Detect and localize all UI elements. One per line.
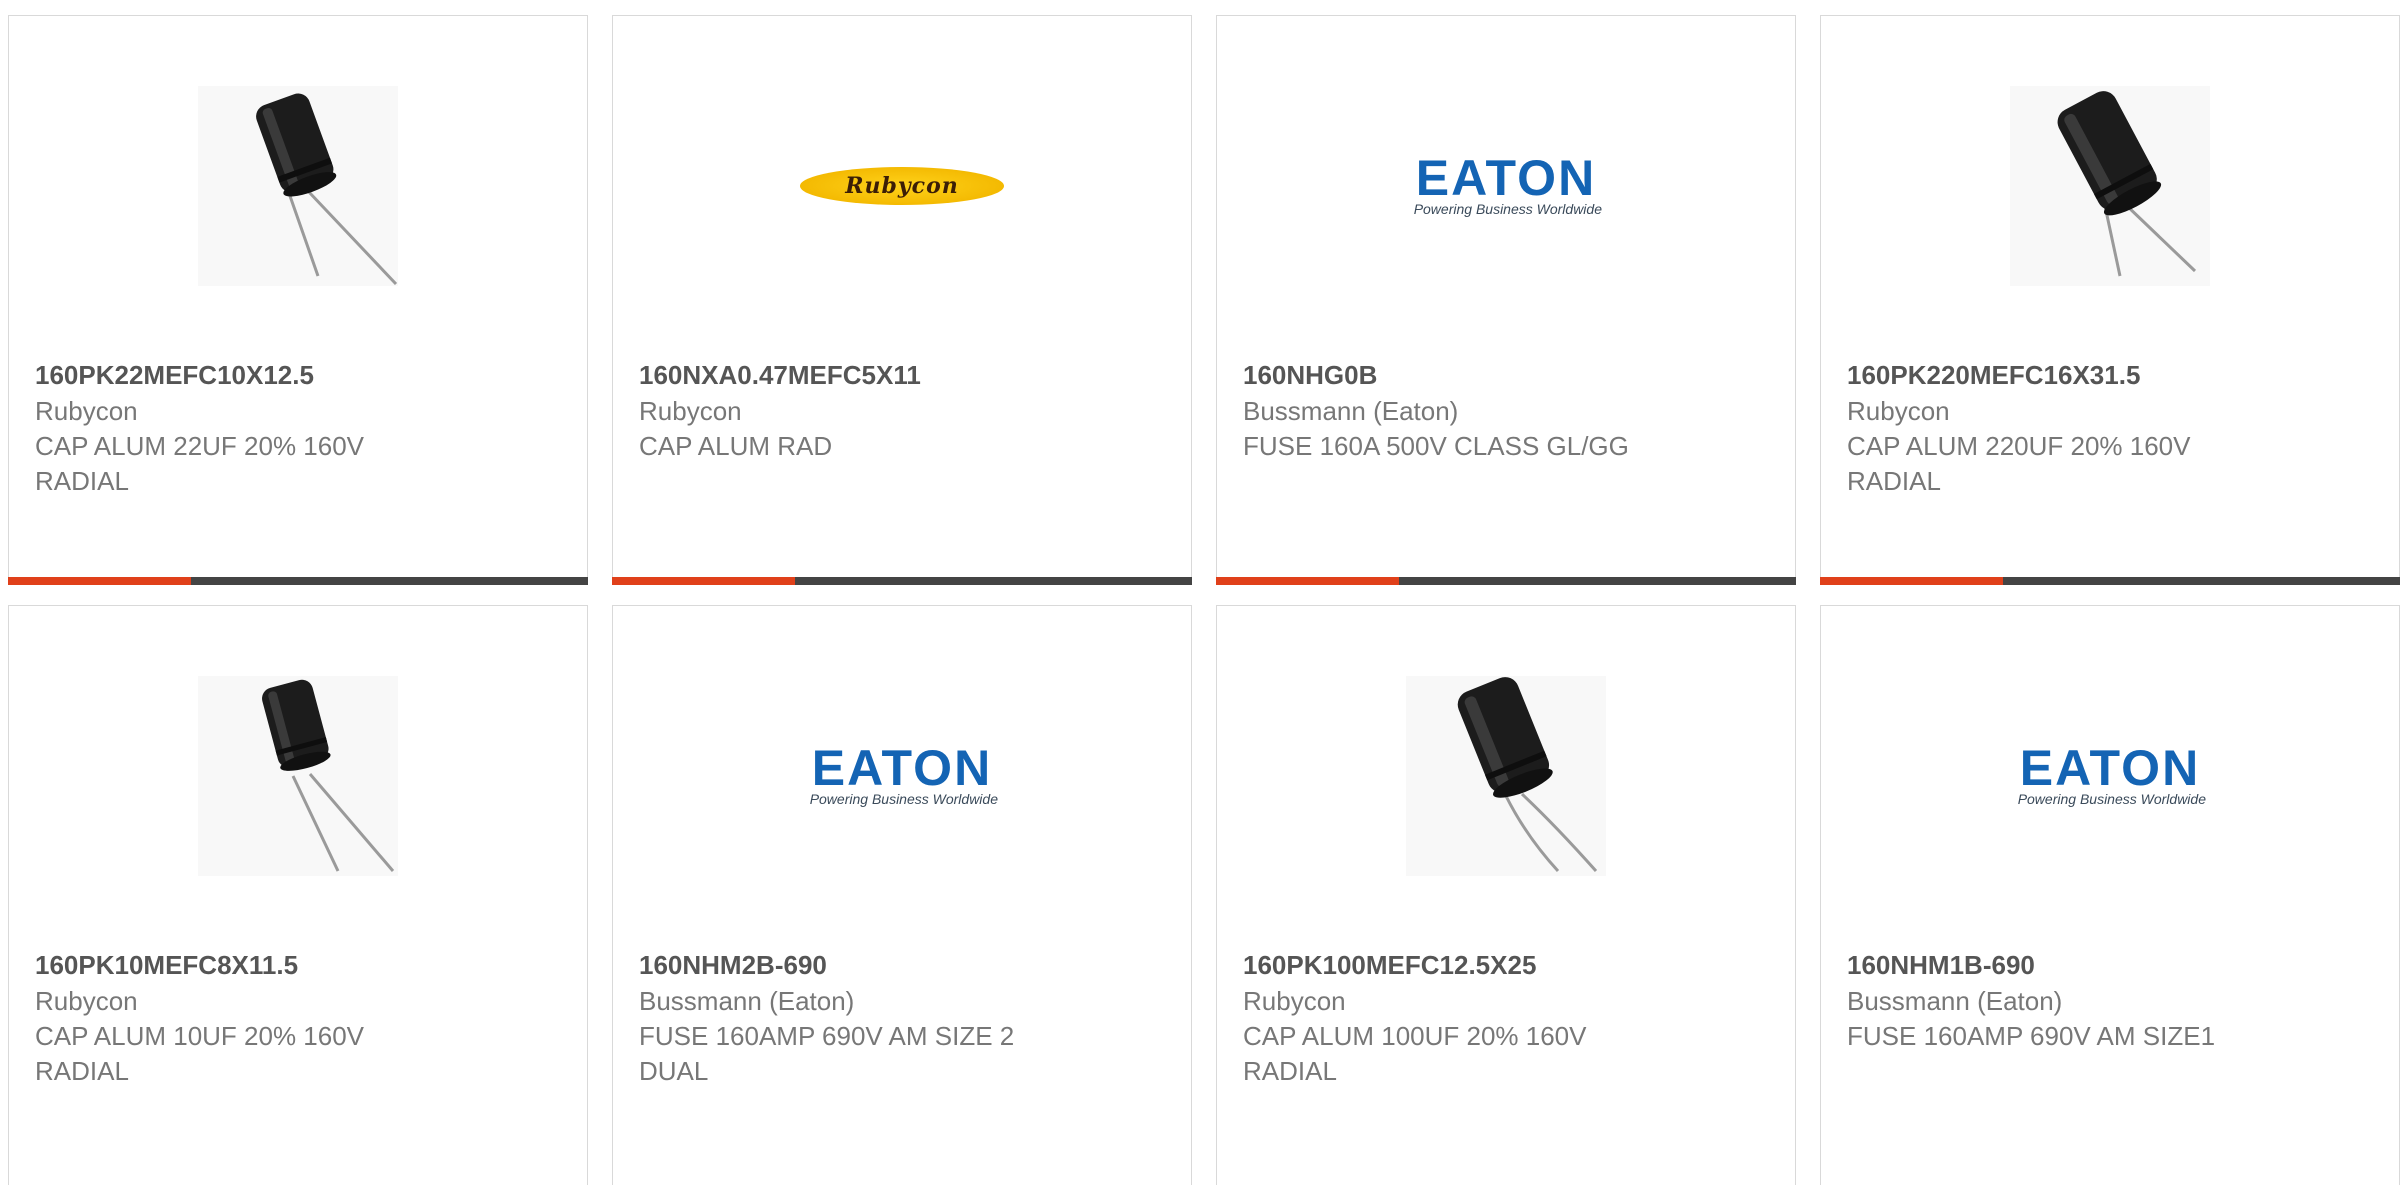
card-bottom-bar (1820, 577, 2400, 585)
card-accent-bar (1820, 577, 2003, 585)
description-line: DUAL (639, 1056, 709, 1086)
product-grid: 160PK22MEFC10X12.5 Rubycon CAP ALUM 22UF… (0, 0, 2400, 1185)
eaton-logo: EATON Powering Business Worldwide (1404, 151, 1608, 221)
description-line: FUSE 160AMP 690V AM SIZE 2 (639, 1021, 1015, 1051)
description-line: CAP ALUM 10UF 20% 160V (35, 1021, 365, 1051)
description-line: RADIAL (35, 1056, 129, 1086)
part-number-link[interactable]: 160NHM1B-690 (1847, 947, 2379, 983)
manufacturer-name: Rubycon (1243, 986, 1346, 1016)
part-number-link[interactable]: 160PK100MEFC12.5X25 (1243, 947, 1775, 983)
product-card[interactable]: 160PK10MEFC8X11.5 Rubycon CAP ALUM 10UF … (8, 605, 588, 1185)
product-image-area: Rubycon (613, 86, 1191, 286)
logo-tagline: Powering Business Worldwide (809, 791, 998, 807)
part-number-link[interactable]: 160PK22MEFC10X12.5 (35, 357, 567, 393)
rubycon-logo: Rubycon (800, 167, 1004, 205)
product-image-area (1217, 676, 1795, 876)
manufacturer-name: Rubycon (639, 396, 742, 426)
capacitor-photo (2010, 86, 2210, 286)
product-image-area: EATON Powering Business Worldwide (613, 676, 1191, 876)
capacitor-photo (198, 86, 398, 286)
part-number-link[interactable]: 160NHM2B-690 (639, 947, 1171, 983)
description-line: RADIAL (35, 466, 129, 496)
logo-text: EATON (811, 740, 993, 796)
product-image-area (9, 86, 587, 286)
product-card[interactable]: EATON Powering Business Worldwide 160NHM… (612, 605, 1192, 1185)
description-line: FUSE 160AMP 690V AM SIZE1 (1847, 1021, 2216, 1051)
description-line: CAP ALUM RAD (639, 431, 833, 461)
manufacturer-name: Rubycon (35, 986, 138, 1016)
manufacturer-name: Bussmann (Eaton) (639, 986, 855, 1016)
product-info: 160PK10MEFC8X11.5 Rubycon CAP ALUM 10UF … (35, 947, 567, 1089)
card-bottom-bar (612, 577, 1192, 585)
product-card[interactable]: 160PK220MEFC16X31.5 Rubycon CAP ALUM 220… (1820, 15, 2400, 585)
product-image-area (1821, 86, 2399, 286)
part-number-link[interactable]: 160NXA0.47MEFC5X11 (639, 357, 1171, 393)
product-image-area: EATON Powering Business Worldwide (1821, 676, 2399, 876)
product-info: 160PK100MEFC12.5X25 Rubycon CAP ALUM 100… (1243, 947, 1775, 1089)
manufacturer-name: Rubycon (35, 396, 138, 426)
logo-tagline: Powering Business Worldwide (2017, 791, 2206, 807)
description-line: RADIAL (1243, 1056, 1337, 1086)
product-card[interactable]: 160PK22MEFC10X12.5 Rubycon CAP ALUM 22UF… (8, 15, 588, 585)
product-info: 160NHM1B-690 Bussmann (Eaton) FUSE 160AM… (1847, 947, 2379, 1054)
product-card[interactable]: 160PK100MEFC12.5X25 Rubycon CAP ALUM 100… (1216, 605, 1796, 1185)
card-bottom-bar (1216, 577, 1796, 585)
product-card[interactable]: Rubycon 160NXA0.47MEFC5X11 Rubycon CAP A… (612, 15, 1192, 585)
description-line: CAP ALUM 220UF 20% 160V (1847, 431, 2191, 461)
product-info: 160NHM2B-690 Bussmann (Eaton) FUSE 160AM… (639, 947, 1171, 1089)
description-line: RADIAL (1847, 466, 1941, 496)
manufacturer-name: Bussmann (Eaton) (1847, 986, 2063, 1016)
manufacturer-name: Rubycon (1847, 396, 1950, 426)
product-info: 160NHG0B Bussmann (Eaton) FUSE 160A 500V… (1243, 357, 1775, 464)
product-card[interactable]: EATON Powering Business Worldwide 160NHM… (1820, 605, 2400, 1185)
description-line: CAP ALUM 22UF 20% 160V (35, 431, 365, 461)
product-image-area (9, 676, 587, 876)
description-line: FUSE 160A 500V CLASS GL/GG (1243, 431, 1629, 461)
part-number-link[interactable]: 160PK10MEFC8X11.5 (35, 947, 567, 983)
card-bottom-bar (8, 577, 588, 585)
eaton-logo: EATON Powering Business Worldwide (2008, 741, 2212, 811)
logo-text: Rubycon (845, 173, 959, 199)
product-info: 160PK220MEFC16X31.5 Rubycon CAP ALUM 220… (1847, 357, 2379, 499)
logo-text: EATON (1415, 150, 1597, 206)
product-info: 160PK22MEFC10X12.5 Rubycon CAP ALUM 22UF… (35, 357, 567, 499)
capacitor-photo (198, 676, 398, 876)
logo-tagline: Powering Business Worldwide (1413, 201, 1602, 217)
card-accent-bar (1216, 577, 1399, 585)
product-info: 160NXA0.47MEFC5X11 Rubycon CAP ALUM RAD (639, 357, 1171, 464)
card-accent-bar (612, 577, 795, 585)
part-number-link[interactable]: 160NHG0B (1243, 357, 1775, 393)
product-card[interactable]: EATON Powering Business Worldwide 160NHG… (1216, 15, 1796, 585)
eaton-logo: EATON Powering Business Worldwide (800, 741, 1004, 811)
capacitor-photo (1406, 676, 1606, 876)
part-number-link[interactable]: 160PK220MEFC16X31.5 (1847, 357, 2379, 393)
logo-text: EATON (2019, 740, 2201, 796)
manufacturer-name: Bussmann (Eaton) (1243, 396, 1459, 426)
description-line: CAP ALUM 100UF 20% 160V (1243, 1021, 1587, 1051)
card-accent-bar (8, 577, 191, 585)
product-image-area: EATON Powering Business Worldwide (1217, 86, 1795, 286)
